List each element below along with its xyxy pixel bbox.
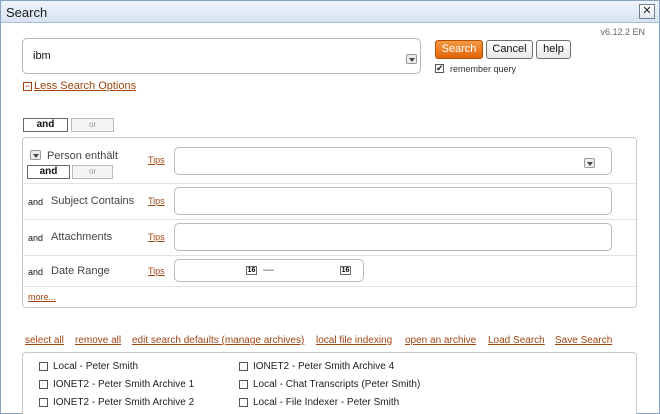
remove-all-link[interactable]: remove all [75,335,121,346]
query-value: ibm [33,50,51,62]
select-all-link[interactable]: select all [25,335,64,346]
criteria-label-date: Date Range [51,265,110,277]
subject-input[interactable] [174,187,612,215]
person-or-toggle[interactable]: or [72,165,113,179]
archive-checkbox[interactable] [239,380,248,389]
person-input-dropdown-icon[interactable] [584,158,595,168]
row-divider [23,255,636,256]
date-range-separator: — [263,264,274,276]
title-bar[interactable]: Search ✕ [1,1,659,23]
row-divider [23,183,636,184]
remember-query-label: remember query [450,64,517,74]
person-input[interactable] [174,147,612,175]
archive-checkbox[interactable] [39,362,48,371]
archive-label: IONET2 - Peter Smith Archive 4 [253,361,395,372]
query-input[interactable]: ibm [22,38,421,74]
search-button[interactable]: Search [435,40,483,59]
query-dropdown-icon[interactable] [406,54,417,64]
load-search-link[interactable]: Load Search [488,335,545,346]
row-divider [23,286,636,287]
collapse-icon[interactable]: − [23,82,32,91]
close-icon: ✕ [642,5,652,17]
date-range-input[interactable]: 16 — 16 [174,259,364,282]
archive-label: Local - File Indexer - Peter Smith [253,397,400,408]
archive-label: Local - Chat Transcripts (Peter Smith) [253,379,421,390]
criteria-op-date: and [28,267,44,277]
more-link[interactable]: more... [28,292,56,302]
person-and-toggle[interactable]: and [27,165,70,179]
criteria-label-attachments: Attachments [51,231,113,243]
tips-link-subject[interactable]: Tips [148,196,165,206]
archive-checkbox[interactable] [239,398,248,407]
archives-list: Local - Peter Smith IONET2 - Peter Smith… [22,352,637,414]
open-archive-link[interactable]: open an archive [405,335,476,346]
row-divider [23,219,636,220]
tips-link-person[interactable]: Tips [148,155,165,165]
archive-checkbox[interactable] [39,398,48,407]
archive-checkbox[interactable] [39,380,48,389]
help-button[interactable]: help [536,40,571,59]
close-button[interactable]: ✕ [639,4,655,19]
criteria-label-subject: Subject Contains [51,195,135,207]
criteria-panel: Person enthält and or Tips and Subject C… [22,137,637,308]
archive-label: Local - Peter Smith [53,361,139,372]
attachments-input[interactable] [174,223,612,251]
remember-query-checkbox[interactable]: ✔ [435,64,444,73]
less-options-link[interactable]: Less Search Options [34,80,136,92]
search-window: Search ✕ v6.12.2 EN ibm Search Cancel he… [0,0,660,414]
calendar-from-icon[interactable]: 16 [246,266,257,275]
criteria-op-subject: and [28,197,44,207]
edit-defaults-link[interactable]: edit search defaults (manage archives) [132,335,304,346]
global-and-toggle[interactable]: and [23,118,68,132]
criteria-op-attachments: and [28,233,44,243]
local-indexing-link[interactable]: local file indexing [316,335,392,346]
calendar-to-icon[interactable]: 16 [340,266,351,275]
version-label: v6.12.2 EN [600,27,645,37]
window-title: Search [6,5,48,20]
tips-link-attachments[interactable]: Tips [148,232,165,242]
archive-label: IONET2 - Peter Smith Archive 2 [53,397,195,408]
save-search-link[interactable]: Save Search [555,335,612,346]
global-or-toggle[interactable]: or [71,118,114,132]
person-field-dropdown-icon[interactable] [30,150,41,160]
search-content: v6.12.2 EN ibm Search Cancel help ✔ reme… [1,23,659,414]
cancel-button[interactable]: Cancel [486,40,533,59]
tips-link-date[interactable]: Tips [148,266,165,276]
archive-label: IONET2 - Peter Smith Archive 1 [53,379,195,390]
archive-checkbox[interactable] [239,362,248,371]
criteria-label-person: Person enthält [47,150,118,162]
